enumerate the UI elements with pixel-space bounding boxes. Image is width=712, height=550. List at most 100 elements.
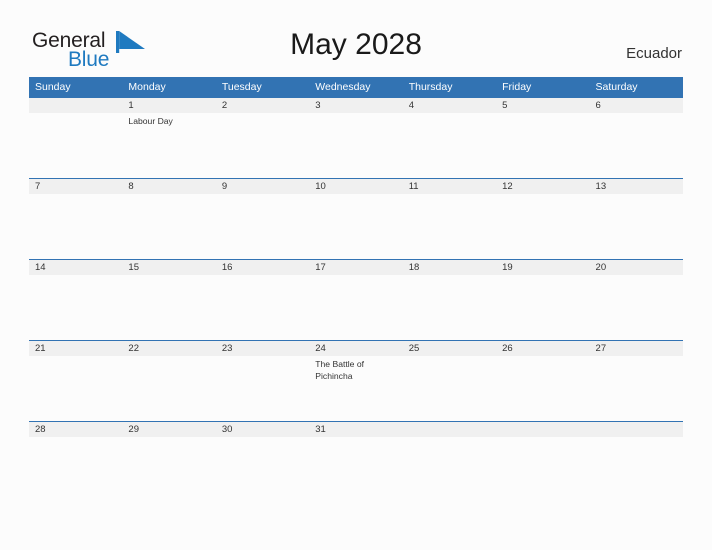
day-cell[interactable]: [590, 113, 683, 178]
day-number[interactable]: 19: [496, 260, 589, 275]
week-date-band: 14 15 16 17 18 19 20: [29, 259, 683, 275]
week-row: 28 29 30 31: [29, 421, 683, 502]
day-number[interactable]: 20: [590, 260, 683, 275]
day-cell[interactable]: Labour Day: [122, 113, 215, 178]
day-number[interactable]: 17: [309, 260, 402, 275]
day-cell[interactable]: [590, 437, 683, 502]
day-cell[interactable]: [403, 356, 496, 421]
page-header: General Blue May 2028 Ecuador: [0, 0, 712, 76]
day-cell[interactable]: [216, 113, 309, 178]
day-cell[interactable]: [122, 194, 215, 259]
weekday-header-sunday: Sunday: [35, 81, 71, 93]
day-cell[interactable]: [309, 194, 402, 259]
event-label: Labour Day: [128, 116, 173, 126]
page-title: May 2028: [290, 28, 422, 61]
day-cell[interactable]: [496, 356, 589, 421]
day-cell[interactable]: [216, 437, 309, 502]
day-cell[interactable]: [122, 437, 215, 502]
day-number[interactable]: 27: [590, 341, 683, 356]
day-number[interactable]: [29, 98, 122, 113]
day-number[interactable]: 13: [590, 179, 683, 194]
day-number[interactable]: [403, 422, 496, 437]
day-cell[interactable]: [29, 437, 122, 502]
day-number[interactable]: 1: [122, 98, 215, 113]
day-cell[interactable]: [309, 275, 402, 340]
day-number[interactable]: [496, 422, 589, 437]
day-cell[interactable]: [590, 356, 683, 421]
week-date-band: 21 22 23 24 25 26 27: [29, 340, 683, 356]
day-cell[interactable]: [496, 437, 589, 502]
weekday-header-monday: Monday: [128, 81, 166, 93]
day-number[interactable]: 31: [309, 422, 402, 437]
day-number[interactable]: 22: [122, 341, 215, 356]
event-label: The Battle of Pichincha: [315, 359, 364, 381]
day-cell[interactable]: [496, 194, 589, 259]
day-cell[interactable]: [403, 275, 496, 340]
weekday-header-tuesday: Tuesday: [221, 81, 262, 93]
week-event-band: The Battle of Pichincha: [29, 356, 683, 421]
week-event-band: [29, 437, 683, 502]
week-event-band: [29, 194, 683, 259]
day-cell[interactable]: [216, 275, 309, 340]
week-row: 1 2 3 4 5 6 Labour Day: [29, 97, 683, 178]
day-number[interactable]: 15: [122, 260, 215, 275]
day-cell[interactable]: [122, 356, 215, 421]
day-cell[interactable]: [309, 113, 402, 178]
day-number[interactable]: 29: [122, 422, 215, 437]
week-date-band: 1 2 3 4 5 6: [29, 97, 683, 113]
week-event-band: [29, 275, 683, 340]
country-label: Ecuador: [626, 45, 682, 62]
week-row: 21 22 23 24 25 26 27 The Battle of Pichi…: [29, 340, 683, 421]
day-number[interactable]: 8: [122, 179, 215, 194]
day-cell[interactable]: [309, 437, 402, 502]
day-number[interactable]: 4: [403, 98, 496, 113]
weekday-header-saturday: Saturday: [595, 81, 638, 93]
day-cell[interactable]: [29, 356, 122, 421]
week-row: 7 8 9 10 11 12 13: [29, 178, 683, 259]
day-number[interactable]: 2: [216, 98, 309, 113]
day-number[interactable]: 24: [309, 341, 402, 356]
day-number[interactable]: 12: [496, 179, 589, 194]
day-cell[interactable]: [403, 437, 496, 502]
day-number[interactable]: 25: [403, 341, 496, 356]
day-cell[interactable]: [403, 194, 496, 259]
week-date-band: 28 29 30 31: [29, 421, 683, 437]
weekday-header-row: Sunday Monday Tuesday Wednesday Thursday…: [29, 77, 683, 97]
day-number[interactable]: [590, 422, 683, 437]
day-number[interactable]: 9: [216, 179, 309, 194]
day-number[interactable]: 10: [309, 179, 402, 194]
calendar-grid: Sunday Monday Tuesday Wednesday Thursday…: [29, 77, 683, 502]
day-cell[interactable]: [496, 275, 589, 340]
day-number[interactable]: 7: [29, 179, 122, 194]
day-cell[interactable]: [403, 113, 496, 178]
day-number[interactable]: 30: [216, 422, 309, 437]
day-number[interactable]: 16: [216, 260, 309, 275]
day-cell[interactable]: [496, 113, 589, 178]
day-cell[interactable]: [216, 356, 309, 421]
day-number[interactable]: 28: [29, 422, 122, 437]
day-cell[interactable]: [590, 275, 683, 340]
day-number[interactable]: 11: [403, 179, 496, 194]
day-number[interactable]: 18: [403, 260, 496, 275]
day-cell[interactable]: [29, 194, 122, 259]
week-event-band: Labour Day: [29, 113, 683, 178]
day-cell[interactable]: [29, 113, 122, 178]
day-number[interactable]: 3: [309, 98, 402, 113]
weekday-header-wednesday: Wednesday: [315, 81, 371, 93]
weekday-header-friday: Friday: [502, 81, 532, 93]
week-row: 14 15 16 17 18 19 20: [29, 259, 683, 340]
day-cell[interactable]: [29, 275, 122, 340]
day-number[interactable]: 6: [590, 98, 683, 113]
day-cell[interactable]: [122, 275, 215, 340]
calendar-page: General Blue May 2028 Ecuador Sunday Mon…: [0, 0, 712, 550]
weekday-header-thursday: Thursday: [408, 81, 453, 93]
day-number[interactable]: 14: [29, 260, 122, 275]
day-number[interactable]: 21: [29, 341, 122, 356]
day-number[interactable]: 5: [496, 98, 589, 113]
day-cell[interactable]: [590, 194, 683, 259]
week-date-band: 7 8 9 10 11 12 13: [29, 178, 683, 194]
day-number[interactable]: 23: [216, 341, 309, 356]
day-number[interactable]: 26: [496, 341, 589, 356]
day-cell[interactable]: [216, 194, 309, 259]
day-cell[interactable]: The Battle of Pichincha: [309, 356, 402, 421]
